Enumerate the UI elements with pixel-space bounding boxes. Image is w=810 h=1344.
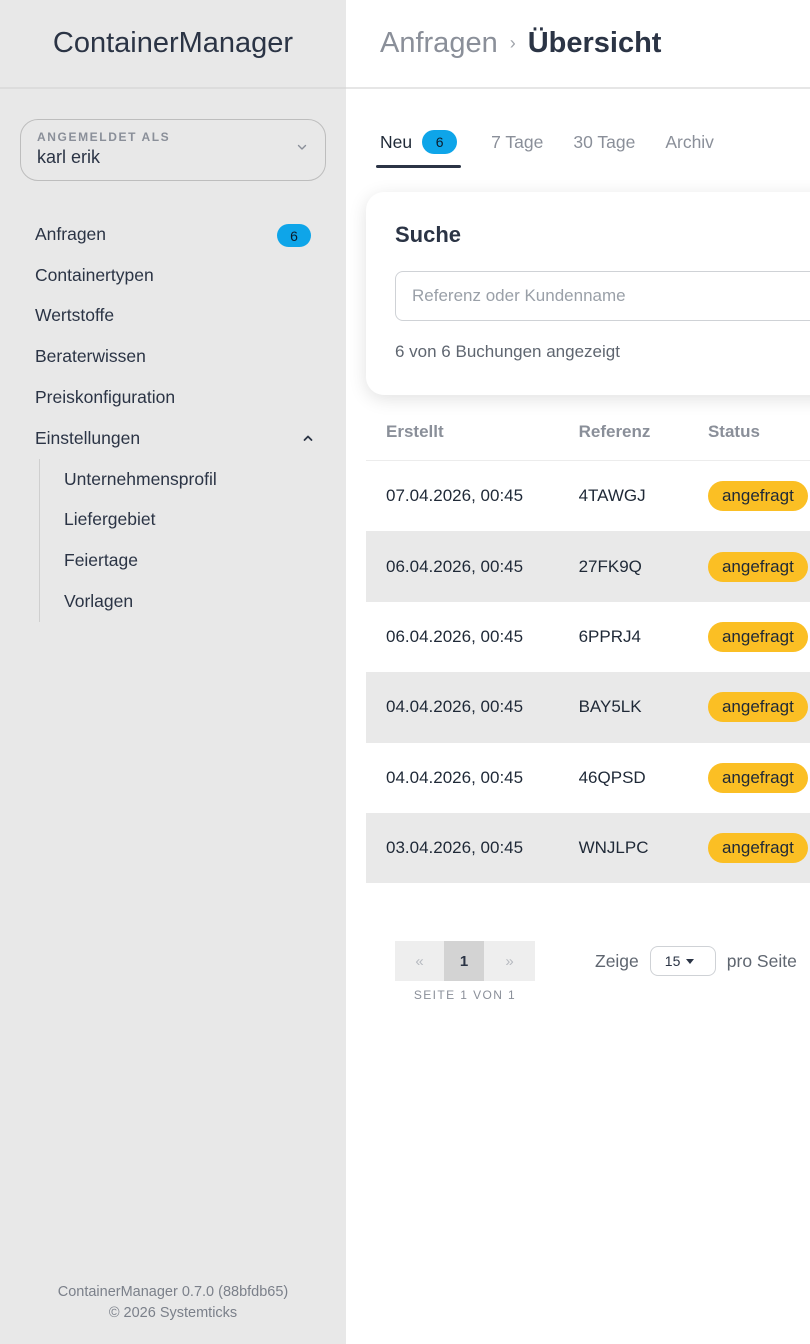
- sidebar-item-unternehmensprofil[interactable]: Unternehmensprofil: [40, 459, 346, 500]
- sidebar-item-anfragen[interactable]: Anfragen 6: [0, 214, 346, 255]
- chevron-down-icon: [297, 144, 307, 150]
- cell-created: 03.04.2026, 00:45: [386, 838, 524, 858]
- sidebar-item-label: Preiskonfiguration: [35, 387, 176, 408]
- sidebar-item-label: Wertstoffe: [35, 305, 115, 326]
- copyright: © 2026 Systemticks: [108, 1305, 238, 1321]
- cell-reference: BAY5LK: [578, 697, 642, 717]
- table-row[interactable]: 06.04.2026, 00:45 27FK9Q angefragt: [366, 531, 810, 602]
- column-header-status[interactable]: Status: [708, 422, 810, 442]
- per-page-control: Zeige 15 pro Seite: [595, 946, 797, 976]
- per-page-select[interactable]: 15: [649, 946, 716, 976]
- table-row[interactable]: 06.04.2026, 00:45 6PPRJ4 angefragt: [366, 602, 810, 672]
- count-badge: 6: [422, 130, 458, 154]
- sidebar-item-feiertage[interactable]: Feiertage: [40, 540, 346, 581]
- tab-label: 30 Tage: [573, 132, 636, 152]
- main-content: Anfragen › Übersicht Neu 6 7 Tage 30 Tag…: [346, 0, 810, 1344]
- sidebar-item-label: Vorlagen: [64, 591, 134, 612]
- sidebar-item-einstellungen[interactable]: Einstellungen: [0, 418, 346, 459]
- prev-page-button[interactable]: «: [395, 941, 444, 981]
- sidebar-item-beraterwissen[interactable]: Beraterwissen: [0, 336, 346, 377]
- user-caption: ANGEMELDET ALS: [37, 130, 171, 144]
- result-count: 6 von 6 Buchungen angezeigt: [395, 342, 620, 361]
- app-version: ContainerManager 0.7.0 (88bfdb65): [57, 1284, 289, 1300]
- status-badge: angefragt: [707, 481, 808, 512]
- page-title: Übersicht: [527, 27, 662, 59]
- sidebar-item-label: Feiertage: [64, 550, 138, 571]
- sidebar-item-preiskonfiguration[interactable]: Preiskonfiguration: [0, 377, 346, 418]
- sidebar: ContainerManager ANGEMELDET ALS karl eri…: [0, 0, 346, 1344]
- column-header-reference[interactable]: Referenz: [579, 422, 708, 442]
- cell-created: 04.04.2026, 00:45: [386, 767, 524, 787]
- per-page-suffix: pro Seite: [726, 950, 797, 971]
- cell-reference: WNJLPC: [578, 838, 649, 858]
- sidebar-item-label: Beraterwissen: [35, 346, 146, 367]
- search-card: Suche 6 von 6 Buchungen angezeigt: [366, 192, 810, 395]
- per-page-value: 15: [664, 953, 681, 969]
- bookings-table: Erstellt Referenz Status 07.04.2026, 00:…: [366, 404, 810, 884]
- status-badge: angefragt: [707, 621, 808, 652]
- tab-label: 7 Tage: [491, 132, 544, 152]
- tab-bar: Neu 6 7 Tage 30 Tage Archiv: [376, 126, 744, 168]
- sidebar-footer: ContainerManager 0.7.0 (88bfdb65) © 2026…: [0, 1282, 346, 1324]
- app-title[interactable]: ContainerManager: [0, 0, 346, 89]
- page-button-current[interactable]: 1: [444, 941, 484, 981]
- cell-reference: 46QPSD: [578, 767, 646, 787]
- breadcrumb-parent[interactable]: Anfragen: [380, 27, 498, 60]
- breadcrumb: Anfragen › Übersicht: [346, 0, 810, 89]
- cell-created: 06.04.2026, 00:45: [386, 626, 524, 646]
- sidebar-item-label: Anfragen: [35, 223, 107, 244]
- pagination: « 1 »: [395, 941, 535, 981]
- page-info: SEITE 1 VON 1: [413, 988, 517, 1002]
- next-page-button[interactable]: »: [484, 941, 535, 981]
- status-badge: angefragt: [707, 692, 808, 723]
- user-menu[interactable]: ANGEMELDET ALS karl erik: [20, 119, 326, 181]
- table-row[interactable]: 04.04.2026, 00:45 BAY5LK angefragt: [366, 672, 810, 743]
- sidebar-item-containertypen[interactable]: Containertypen: [0, 255, 346, 296]
- cell-reference: 27FK9Q: [578, 556, 642, 576]
- chevron-up-icon[interactable]: [302, 432, 314, 444]
- tab-archiv[interactable]: Archiv: [665, 126, 714, 168]
- tab-neu[interactable]: Neu 6: [376, 126, 462, 168]
- sidebar-item-label: Unternehmensprofil: [64, 468, 217, 489]
- sidebar-item-label: Einstellungen: [35, 427, 141, 448]
- settings-subnav: Unternehmensprofil Liefergebiet Feiertag…: [39, 458, 346, 622]
- user-name: karl erik: [37, 147, 101, 167]
- search-title: Suche: [395, 222, 462, 247]
- table-row[interactable]: 03.04.2026, 00:45 WNJLPC angefragt: [366, 812, 810, 884]
- sidebar-nav: Anfragen 6 Containertypen Wertstoffe Ber…: [0, 214, 346, 622]
- tab-label: Neu: [380, 132, 413, 152]
- search-input[interactable]: [395, 271, 810, 321]
- column-header-created[interactable]: Erstellt: [366, 422, 579, 442]
- status-badge: angefragt: [707, 833, 808, 864]
- sidebar-item-liefergebiet[interactable]: Liefergebiet: [40, 500, 346, 541]
- caret-down-icon: [686, 958, 695, 964]
- sidebar-item-label: Containertypen: [35, 264, 154, 285]
- cell-created: 07.04.2026, 00:45: [386, 486, 524, 506]
- status-badge: angefragt: [707, 762, 808, 793]
- cell-reference: 6PPRJ4: [578, 626, 641, 646]
- sidebar-item-vorlagen[interactable]: Vorlagen: [40, 581, 346, 622]
- count-badge: 6: [277, 224, 311, 247]
- status-badge: angefragt: [707, 551, 808, 582]
- table-row[interactable]: 04.04.2026, 00:45 46QPSD angefragt: [366, 743, 810, 813]
- per-page-prefix: Zeige: [595, 950, 639, 971]
- sidebar-item-wertstoffe[interactable]: Wertstoffe: [0, 296, 346, 337]
- table-header: Erstellt Referenz Status: [366, 404, 810, 461]
- cell-created: 04.04.2026, 00:45: [386, 697, 524, 717]
- sidebar-item-label: Liefergebiet: [64, 509, 156, 530]
- cell-created: 06.04.2026, 00:45: [386, 556, 524, 576]
- tab-7-tage[interactable]: 7 Tage: [491, 126, 543, 168]
- tab-30-tage[interactable]: 30 Tage: [573, 126, 635, 168]
- breadcrumb-separator-icon: ›: [509, 33, 516, 53]
- table-row[interactable]: 07.04.2026, 00:45 4TAWGJ angefragt: [366, 461, 810, 531]
- cell-reference: 4TAWGJ: [578, 486, 646, 506]
- tab-label: Archiv: [665, 132, 714, 152]
